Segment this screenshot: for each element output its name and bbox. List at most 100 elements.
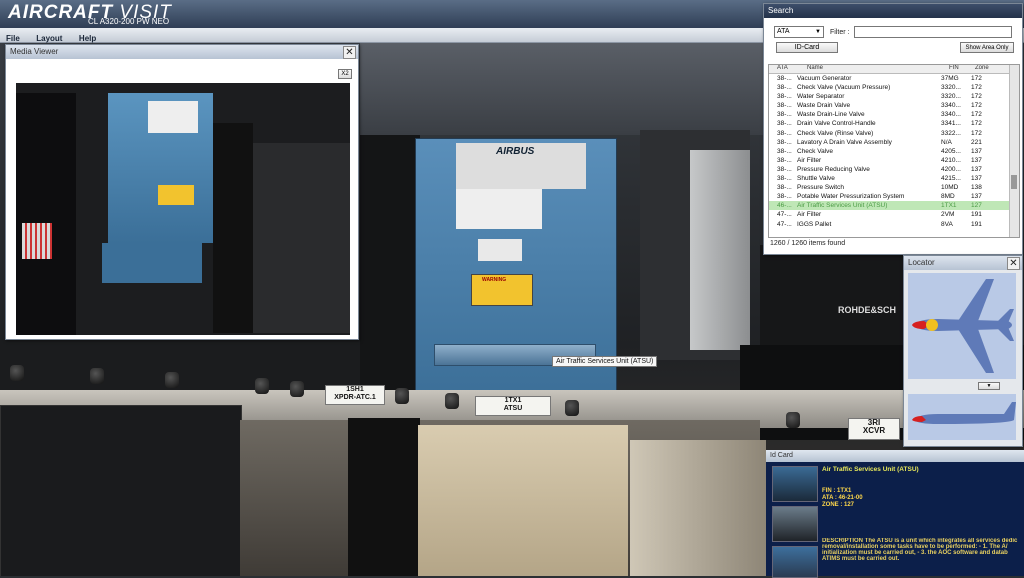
media-viewer-close-button[interactable]: ✕ xyxy=(343,46,356,59)
cell-name: Shuttle Valve xyxy=(797,175,835,183)
media-photo[interactable] xyxy=(16,83,350,335)
tag-xpdr-text: XPDR-ATC.1 xyxy=(334,394,376,401)
cell-ata: 38-... xyxy=(777,193,792,201)
table-row[interactable]: 38-... Water Separator 3320... 172 xyxy=(769,92,1019,101)
locator-chevron-button[interactable]: ▼ xyxy=(978,382,1000,390)
cell-ata: 38-... xyxy=(777,111,792,119)
cell-name: Air Filter xyxy=(797,211,822,219)
id-card-thumbnail[interactable] xyxy=(772,466,818,502)
id-card-thumbnail[interactable] xyxy=(772,506,818,542)
lower-right-unit xyxy=(630,440,766,576)
chevron-down-icon: ▼ xyxy=(815,29,821,35)
col-name[interactable]: Name xyxy=(807,65,823,71)
cell-zone: 221 xyxy=(971,138,982,146)
cell-zone: 127 xyxy=(971,202,982,210)
cell-zone: 137 xyxy=(971,147,982,155)
table-row[interactable]: 38-... Vacuum Generator 37MG 172 xyxy=(769,74,1019,83)
warning-sticker: WARNING xyxy=(471,274,533,306)
locator-title-bar[interactable]: Locator ✕ xyxy=(904,256,1022,270)
aircraft-side-view-icon[interactable] xyxy=(908,394,1016,440)
results-table[interactable]: ATA Name FIN Zone 38-... Vacuum Generator… xyxy=(768,64,1020,238)
table-row[interactable]: 38-... Check Valve (Vacuum Pressure) 3320.… xyxy=(769,83,1019,92)
cell-zone: 172 xyxy=(971,120,982,128)
ata-select[interactable]: ATA ▼ xyxy=(774,26,824,38)
cell-fin: N/A xyxy=(941,138,952,146)
table-row[interactable]: 38-... Waste Drain Valve 3340... 172 xyxy=(769,101,1019,110)
rack-knob xyxy=(10,365,24,381)
col-zone[interactable]: Zone xyxy=(975,65,989,71)
lower-black-unit xyxy=(348,418,420,576)
cell-fin: 8MD xyxy=(941,193,955,201)
cell-ata: 47-... xyxy=(777,220,792,228)
table-row[interactable]: 47-... IGGS Pallet 8VA 191 xyxy=(769,220,1019,229)
cell-zone: 137 xyxy=(971,175,982,183)
cell-name: Water Separator xyxy=(797,93,845,101)
cell-ata: 38-... xyxy=(777,175,792,183)
show-area-only-button[interactable]: Show Area Only xyxy=(960,42,1014,53)
results-count: 1260 / 1260 items found xyxy=(770,240,846,247)
hover-tooltip: Air Traffic Services Unit (ATSU) xyxy=(552,356,658,367)
media-viewer-title-bar[interactable]: Media Viewer ✕ xyxy=(6,45,358,59)
photo-label xyxy=(148,101,198,133)
rack-knob xyxy=(395,388,409,404)
cell-zone: 172 xyxy=(971,84,982,92)
col-ata[interactable]: ATA xyxy=(777,65,788,71)
aircraft-top-view-icon[interactable] xyxy=(908,273,1016,379)
cell-zone: 172 xyxy=(971,129,982,137)
table-row[interactable]: 38-... Pressure Switch 10MD 138 xyxy=(769,183,1019,192)
table-body: 38-... Vacuum Generator 37MG 172 38-... Check… xyxy=(769,74,1019,229)
id-card-thumbnail[interactable] xyxy=(772,546,818,578)
ceiling-structure xyxy=(360,40,780,135)
search-title-bar[interactable]: Search xyxy=(764,4,1022,18)
cell-fin: 10MD xyxy=(941,184,959,192)
cell-fin: 3320... xyxy=(941,93,961,101)
photo-dark-unit xyxy=(213,123,253,333)
table-row[interactable]: 47-... Air Filter 2VM 191 xyxy=(769,210,1019,219)
table-row[interactable]: 38-... Air Filter 4210... 137 xyxy=(769,156,1019,165)
table-row[interactable]: 38-... Lavatory A Drain Valve Assembly N/A… xyxy=(769,138,1019,147)
cell-ata: 38-... xyxy=(777,102,792,110)
cell-ata: 38-... xyxy=(777,93,792,101)
rohde-text: ROHDE&SCH xyxy=(838,305,897,315)
cell-fin: 1TX1 xyxy=(941,202,957,210)
filter-input[interactable] xyxy=(854,26,1012,38)
zoom-x2-button[interactable]: X2 xyxy=(338,69,352,79)
cell-name: Pressure Reducing Valve xyxy=(797,165,870,173)
table-row[interactable]: 38-... Waste Drain-Line Valve 3340... 172 xyxy=(769,110,1019,119)
table-row[interactable]: 38-... Drain Valve Control-Handle 3341... 1… xyxy=(769,119,1019,128)
id-card-button[interactable]: ID-Card xyxy=(776,42,838,53)
cell-fin: 3341... xyxy=(941,120,961,128)
tag-xcvr-text: XCVR xyxy=(862,426,886,435)
id-card-fin: FIN : 1TX1 xyxy=(822,488,852,494)
rack-knob xyxy=(255,378,269,394)
table-row[interactable]: 46-... Air Traffic Services Unit (ATSU) 1T… xyxy=(769,201,1019,211)
atsu-barcode-plate xyxy=(456,189,542,229)
media-viewer-title: Media Viewer xyxy=(10,47,59,56)
id-card-title: Id Card xyxy=(766,450,1024,462)
cell-ata: 38-... xyxy=(777,184,792,192)
cell-name: Lavatory A Drain Valve Assembly xyxy=(797,138,892,146)
locator-close-button[interactable]: ✕ xyxy=(1007,257,1020,270)
table-row[interactable]: 38-... Check Valve 4205... 137 xyxy=(769,147,1019,156)
cell-fin: 4200... xyxy=(941,165,961,173)
cell-zone: 191 xyxy=(971,220,982,228)
table-row[interactable]: 38-... Check Valve (Rinse Valve) 3322... 17… xyxy=(769,129,1019,138)
table-row[interactable]: 38-... Pressure Reducing Valve 4200... 137 xyxy=(769,165,1019,174)
cell-ata: 38-... xyxy=(777,120,792,128)
cell-zone: 172 xyxy=(971,111,982,119)
table-row[interactable]: 38-... Shuttle Valve 4215... 137 xyxy=(769,174,1019,183)
photo-red-panel xyxy=(22,223,52,259)
cell-ata: 38-... xyxy=(777,75,792,82)
results-scrollbar[interactable] xyxy=(1009,65,1019,237)
table-row[interactable]: 38-... Potable Water Pressurization Syste… xyxy=(769,192,1019,201)
scrollbar-thumb[interactable] xyxy=(1011,175,1017,189)
cell-name: Pressure Switch xyxy=(797,184,844,192)
filter-label: Filter : xyxy=(830,29,850,36)
col-fin[interactable]: FIN xyxy=(949,65,959,71)
cell-fin: 3322... xyxy=(941,129,961,137)
cell-ata: 38-... xyxy=(777,84,792,92)
cell-fin: 37MG xyxy=(941,75,959,82)
cell-name: Check Valve xyxy=(797,147,834,155)
cell-ata: 38-... xyxy=(777,165,792,173)
atsu-amendment-plate xyxy=(478,239,522,261)
